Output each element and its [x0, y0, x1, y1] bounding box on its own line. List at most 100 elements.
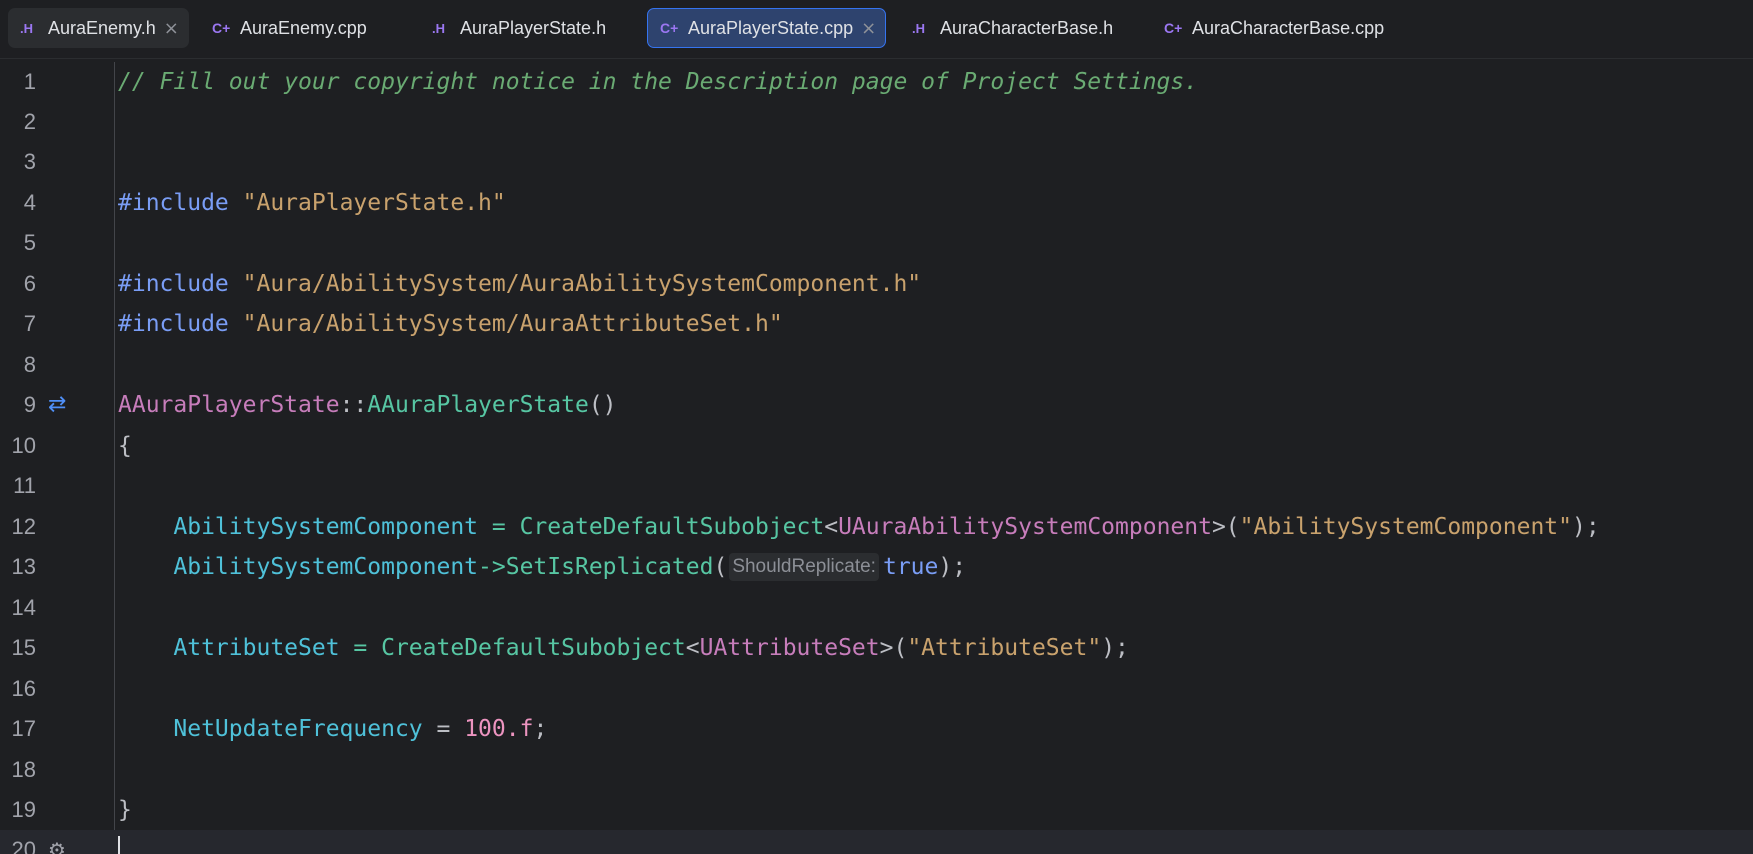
code-line-3[interactable]: 3: [0, 142, 1753, 182]
tab-label: AuraCharacterBase.h: [940, 17, 1114, 38]
tab-auracharacterbase-h[interactable]: .H AuraCharacterBase.h: [900, 8, 1120, 48]
editor-tab-bar: .H AuraEnemy.h × C+ AuraEnemy.cpp .H Aur…: [0, 0, 1753, 59]
comment: // Fill out your copyright notice in the…: [118, 69, 1199, 95]
statement-end: ;: [533, 716, 548, 742]
open-brace: {: [118, 433, 132, 459]
line-number: 10: [11, 433, 36, 458]
close-brace: }: [118, 797, 132, 823]
function-name: SetIsReplicated: [505, 554, 714, 580]
code-line-17[interactable]: 17 NetUpdateFrequency = 100.f;: [0, 709, 1753, 749]
string-literal: "AbilitySystemComponent": [1239, 514, 1572, 540]
operator: =: [422, 716, 465, 742]
code-line-9[interactable]: 9 ⇄ AAuraPlayerState::AAuraPlayerState(): [0, 385, 1753, 425]
line-number: 6: [23, 271, 36, 296]
code-line-10[interactable]: 10 {: [0, 426, 1753, 466]
cpp-file-icon: C+: [660, 20, 679, 36]
line-number: 17: [11, 716, 36, 741]
function-name: CreateDefaultSubobject: [519, 514, 825, 540]
header-file-icon: .H: [912, 20, 925, 36]
tab-label: AuraPlayerState.cpp: [688, 17, 854, 38]
line-number: 16: [11, 676, 36, 701]
line-number: 15: [11, 635, 36, 660]
tab-auracharacterbase-cpp[interactable]: C+ AuraCharacterBase.cpp: [1152, 8, 1392, 48]
code-line-15[interactable]: 15 AttributeSet = CreateDefaultSubobject…: [0, 628, 1753, 668]
line-number: 8: [23, 352, 36, 377]
template-open: <: [824, 514, 839, 540]
tab-auraplayerstate-cpp[interactable]: C+ AuraPlayerState.cpp ×: [647, 8, 886, 48]
parens: (): [588, 392, 617, 418]
template-open: <: [685, 635, 700, 661]
line-number: 20: [11, 837, 36, 854]
include-path: "Aura/AbilitySystem/AuraAbilitySystemCom…: [242, 271, 922, 297]
tab-label: AuraPlayerState.h: [460, 17, 607, 38]
statement-end: );: [1101, 635, 1129, 661]
text-caret: [118, 835, 120, 854]
include-path: "AuraPlayerState.h": [242, 190, 506, 216]
arrow-operator: ->: [478, 554, 506, 580]
code-line-6[interactable]: 6 #include "Aura/AbilitySystem/AuraAbili…: [0, 264, 1753, 304]
string-literal: "AttributeSet": [907, 635, 1102, 661]
gear-icon[interactable]: ⚙: [48, 830, 66, 854]
header-file-icon: .H: [432, 20, 445, 36]
code-line-5[interactable]: 5: [0, 223, 1753, 263]
tab-label: AuraEnemy.cpp: [240, 17, 367, 38]
line-number: 1: [23, 69, 36, 94]
number-literal: 100.f: [464, 716, 534, 742]
navigate-to-declaration-icon[interactable]: ⇄: [48, 385, 66, 425]
tab-auraenemy-h[interactable]: .H AuraEnemy.h ×: [8, 8, 189, 48]
line-number: 13: [11, 554, 36, 579]
close-icon[interactable]: ×: [164, 18, 179, 39]
line-number: 9: [23, 392, 36, 417]
line-number: 5: [23, 230, 36, 255]
tab-label: AuraEnemy.h: [48, 17, 156, 38]
code-line-7[interactable]: 7 #include "Aura/AbilitySystem/AuraAttri…: [0, 304, 1753, 344]
parameter-hint: ShouldReplicate:: [729, 553, 879, 581]
include-directive: #include: [118, 190, 229, 216]
line-number: 11: [13, 473, 36, 498]
code-line-13[interactable]: 13 AbilitySystemComponent->SetIsReplicat…: [0, 547, 1753, 587]
code-line-20[interactable]: 20 ⚙: [0, 830, 1753, 854]
code-line-14[interactable]: 14: [0, 588, 1753, 628]
class-name: UAuraAbilitySystemComponent: [838, 514, 1212, 540]
line-number: 3: [23, 149, 36, 174]
function-name: CreateDefaultSubobject: [381, 635, 686, 661]
line-number: 19: [11, 797, 36, 822]
line-number: 14: [11, 595, 36, 620]
scope-operator: ::: [339, 392, 368, 418]
code-line-18[interactable]: 18: [0, 750, 1753, 790]
close-icon[interactable]: ×: [861, 18, 876, 39]
code-line-2[interactable]: 2: [0, 102, 1753, 142]
code-line-1[interactable]: 1 // Fill out your copyright notice in t…: [0, 62, 1753, 102]
tab-auraenemy-cpp[interactable]: C+ AuraEnemy.cpp: [200, 8, 400, 48]
code-line-4[interactable]: 4 #include "AuraPlayerState.h": [0, 183, 1753, 223]
line-number: 7: [23, 311, 36, 336]
line-number: 12: [11, 514, 36, 539]
cpp-file-icon: C+: [1164, 20, 1183, 36]
code-line-8[interactable]: 8: [0, 345, 1753, 385]
tab-auraplayerstate-h[interactable]: .H AuraPlayerState.h: [420, 8, 640, 48]
operator: =: [339, 635, 382, 661]
code-line-19[interactable]: 19 }: [0, 790, 1753, 830]
code-editor[interactable]: 1 // Fill out your copyright notice in t…: [0, 62, 1753, 854]
code-line-12[interactable]: 12 AbilitySystemComponent = CreateDefaul…: [0, 507, 1753, 547]
line-number: 2: [23, 109, 36, 134]
code-line-16[interactable]: 16: [0, 669, 1753, 709]
field-name: AbilitySystemComponent: [173, 514, 479, 540]
cpp-file-icon: C+: [212, 20, 231, 36]
line-number: 4: [23, 190, 36, 215]
header-file-icon: .H: [20, 20, 33, 36]
template-close: >(: [879, 635, 908, 661]
paren-open: (: [713, 554, 728, 580]
tab-label: AuraCharacterBase.cpp: [1192, 17, 1385, 38]
field-name: AbilitySystemComponent: [173, 554, 479, 580]
code-line-11[interactable]: 11: [0, 466, 1753, 506]
field-name: NetUpdateFrequency: [173, 716, 423, 742]
keyword-true: true: [882, 554, 939, 580]
class-name: UAttributeSet: [699, 635, 880, 661]
include-directive: #include: [118, 271, 229, 297]
field-name: AttributeSet: [173, 635, 340, 661]
constructor-name: AAuraPlayerState: [367, 392, 589, 418]
statement-end: );: [1572, 514, 1600, 540]
class-name: AAuraPlayerState: [118, 392, 340, 418]
include-path: "Aura/AbilitySystem/AuraAttributeSet.h": [242, 311, 783, 337]
